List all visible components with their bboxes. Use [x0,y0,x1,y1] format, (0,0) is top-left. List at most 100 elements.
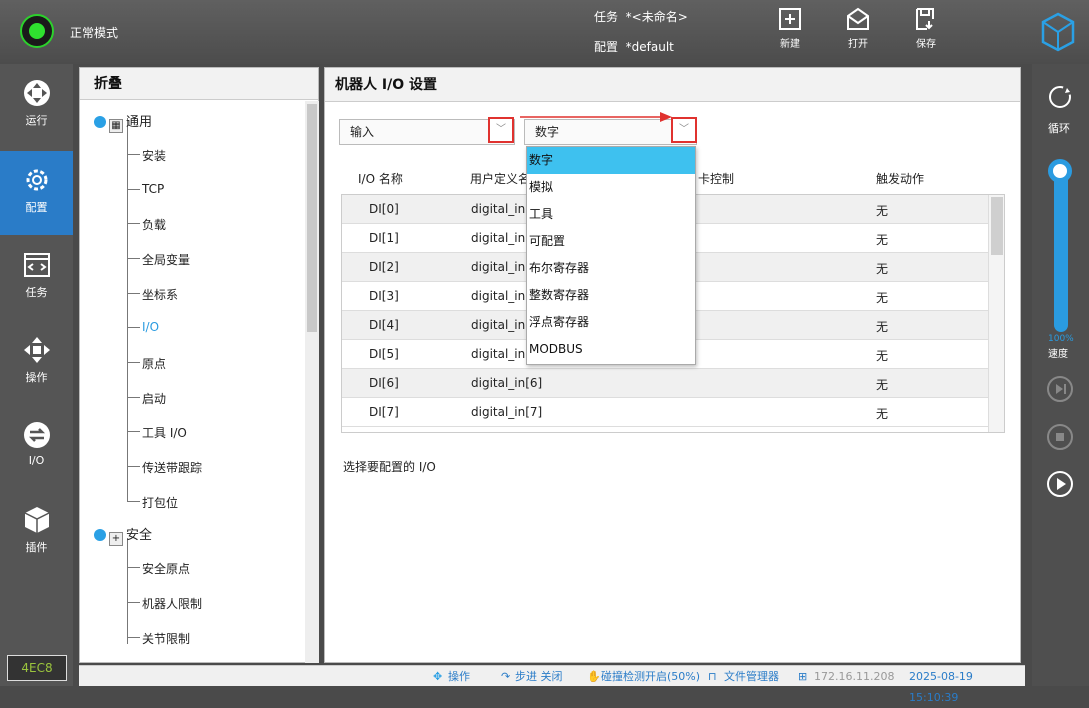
tree-connector [127,501,140,502]
run-icon [23,80,50,106]
action-cell: 无 [876,320,889,334]
file-manager-icon: ⊓ [708,670,717,683]
nav-config[interactable]: 配置 [0,151,73,235]
dropdown-option-float-register[interactable]: 浮点寄存器 [527,309,695,336]
new-button[interactable]: 新建 [766,4,814,62]
speed-label: 速度 [1048,349,1068,360]
tree-connector [127,602,140,603]
status-file-manager[interactable]: 文件管理器 [724,666,779,687]
tree-line-general [127,118,128,501]
col-header-io-name: I/O 名称 [358,172,403,186]
user-name-cell: digital_in [471,289,526,303]
annotation-arrow [520,112,672,122]
tree-group-safety[interactable]: + 安全 [94,524,152,546]
tree-item-payload[interactable]: 负载 [142,216,166,233]
loop-icon[interactable] [1047,84,1073,110]
action-cell: 无 [876,407,889,421]
speed-slider-handle[interactable] [1048,159,1072,183]
dropdown-option-bool-register[interactable]: 布尔寄存器 [527,255,695,282]
io-name-cell: DI[6] [369,376,399,390]
tree-item-tcp[interactable]: TCP [142,182,164,196]
nav-io[interactable]: I/O [0,406,73,490]
table-row[interactable]: DI[7] digital_in[7] 无 [342,398,988,427]
tree-connector [127,637,140,638]
nav-operate-label: 操作 [25,371,48,384]
mode-label: 正常模式 [70,26,119,40]
plugin-cube-icon [24,507,49,533]
dropdown-option-modbus[interactable]: MODBUS [527,336,695,363]
tree-item-pallet[interactable]: 打包位 [142,494,178,511]
collapse-icon[interactable] [94,529,106,541]
tree-item-global-vars[interactable]: 全局变量 [142,251,190,268]
dropdown-option-configurable[interactable]: 可配置 [527,228,695,255]
save-button-label: 保存 [916,39,936,50]
tree-item-coordinates[interactable]: 坐标系 [142,286,178,303]
speed-slider[interactable] [1054,162,1068,332]
tree-line-safety [127,538,128,644]
tree-item-home[interactable]: 原点 [142,355,166,372]
dropdown-option-analog[interactable]: 模拟 [527,174,695,201]
step-forward-icon[interactable] [1045,374,1075,404]
dropdown-option-tool[interactable]: 工具 [527,201,695,228]
tree-header[interactable]: 折叠 [80,68,318,100]
col-header-trigger-action: 触发动作 [876,172,925,186]
user-name-cell: digital_in [471,260,526,274]
status-bar: ✥ 操作 ↷ 步进 关闭 ✋ 碰撞检测开启(50%) ⊓ 文件管理器 ⊞ 172… [79,665,1025,704]
right-control-bar: 循环 100% 速度 [1032,64,1089,686]
tree-item-robot-limits[interactable]: 机器人限制 [142,595,202,612]
loop-label: 循环 [1048,122,1070,135]
tree-group-label: 安全 [126,528,153,543]
config-tree-panel: 折叠 ▦ 通用 安装 TCP 负载 全局变量 坐标系 I/O 原点 启动 工具 I… [79,67,319,663]
tree-item-startup[interactable]: 启动 [142,390,166,407]
dropdown-option-digital[interactable]: 数字 [527,147,695,174]
table-row[interactable]: DI[6] digital_in[6] 无 [342,369,988,398]
dropdown-option-int-register[interactable]: 整数寄存器 [527,282,695,309]
tree-item-safe-home[interactable]: 安全原点 [142,560,190,577]
tree-connector [127,189,140,190]
tree-item-conveyor[interactable]: 传送带跟踪 [142,459,202,476]
nav-run[interactable]: 运行 [0,64,73,148]
tree-group-general[interactable]: ▦ 通用 [94,111,152,133]
left-navigation: 运行 配置 任务 操作 I/O 插件 4EC8 [0,64,73,686]
nav-task-label: 任务 [25,286,48,299]
action-cell: 无 [876,262,889,276]
table-scroll-thumb[interactable] [991,197,1003,255]
tree-item-tool-io[interactable]: 工具 I/O [142,424,187,441]
col-header-card-control: 卡控制 [698,172,735,186]
nav-operate[interactable]: 操作 [0,321,73,405]
task-label: 任务 [594,10,619,24]
play-icon[interactable] [1045,469,1075,499]
status-collision[interactable]: 碰撞检测开启(50%) [601,666,700,687]
tree-item-joint-limits[interactable]: 关节限制 [142,630,190,647]
network-icon: ⊞ [798,670,808,683]
status-step[interactable]: 步进 关闭 [515,666,563,687]
tree-item-install[interactable]: 安装 [142,147,166,164]
tree-item-io[interactable]: I/O [142,320,159,334]
io-name-cell: DI[0] [369,202,399,216]
stop-icon[interactable] [1045,422,1075,452]
user-name-cell: digital_in [471,231,526,245]
nav-task[interactable]: 任务 [0,236,73,320]
serial-number-box: 4EC8 [7,655,67,681]
tree-connector [127,397,140,398]
collision-icon: ✋ [587,670,601,683]
action-cell: 无 [876,291,889,305]
save-button[interactable]: 保存 [902,4,950,62]
tree-scroll-thumb[interactable] [307,104,317,332]
save-icon [916,8,934,30]
collapse-icon[interactable] [94,116,106,128]
tree-connector [127,293,140,294]
open-button[interactable]: 打开 [834,4,882,62]
user-name-cell: digital_in[7] [471,405,543,419]
new-file-icon [779,8,801,30]
tree-scrollbar[interactable] [305,101,319,663]
status-operation[interactable]: 操作 [448,666,470,687]
table-scrollbar[interactable] [988,195,1004,432]
panel-title: 机器人 I/O 设置 [325,68,1020,102]
open-envelope-icon [847,7,869,30]
config-value: *default [625,40,674,54]
direction-dropdown-arrow[interactable]: ﹀ [488,117,514,143]
action-cell: 无 [876,378,889,392]
nav-plugin[interactable]: 插件 [0,491,73,575]
config-label: 配置 [594,40,619,54]
